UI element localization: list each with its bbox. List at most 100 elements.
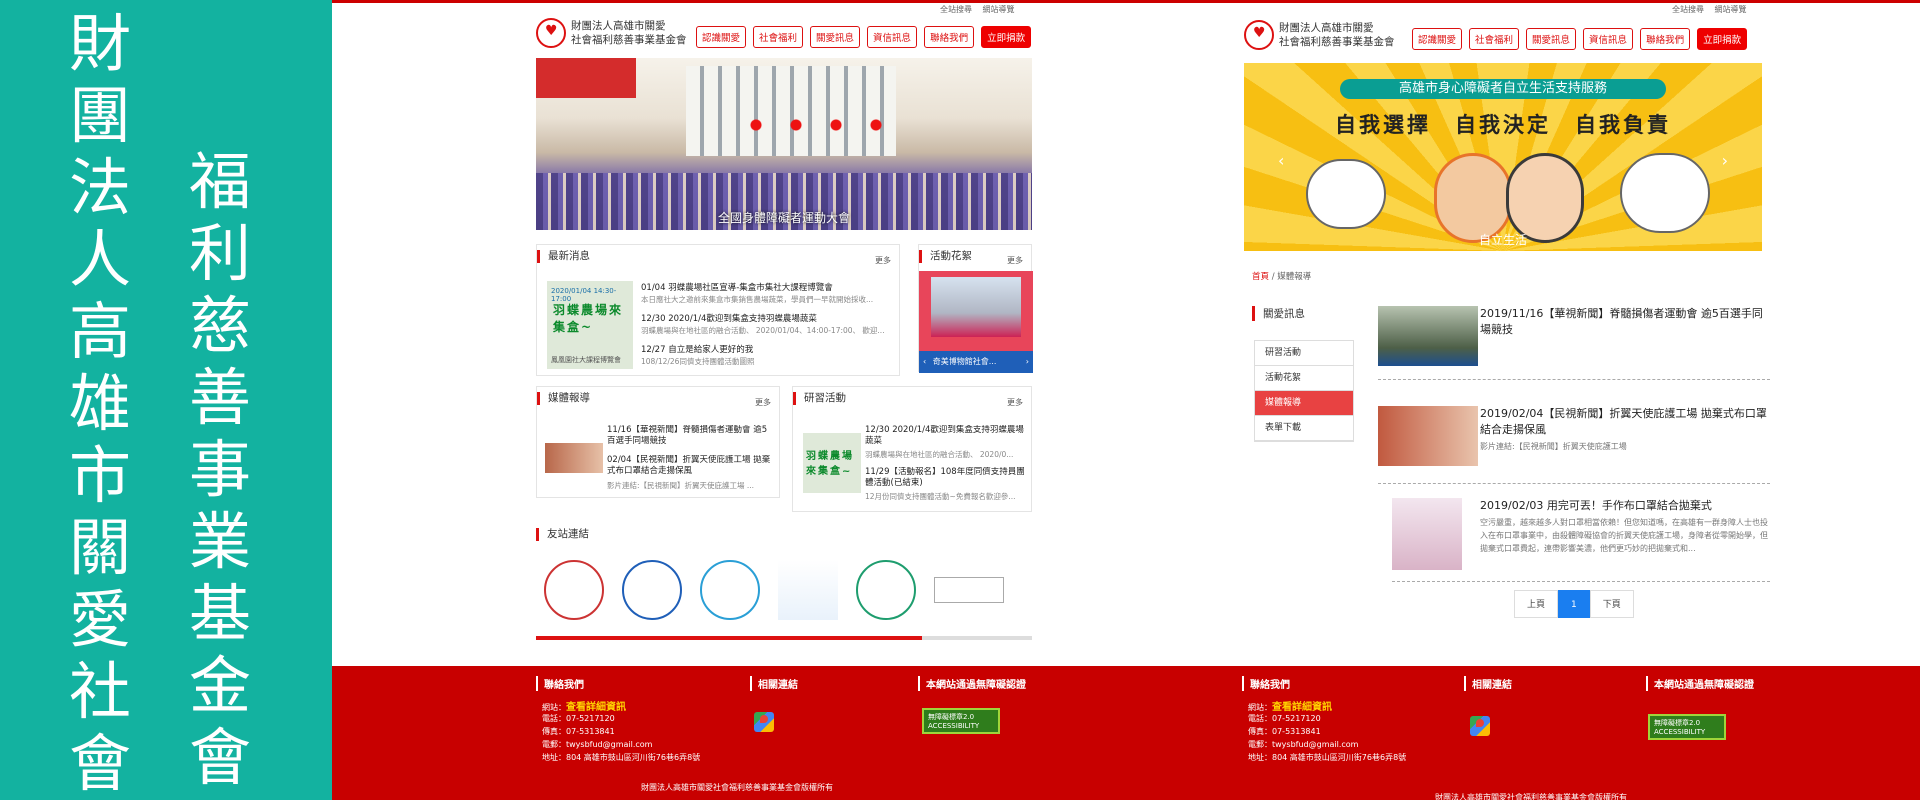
- footer-links-title: 相關連結: [750, 676, 798, 691]
- footer-details-link[interactable]: 查看詳細資訊: [566, 702, 626, 713]
- article-desc: 空污嚴重，越來越多人對口罩相當依賴！但您知道嗎，在高雄有一群身障人士也投入在布口…: [1480, 518, 1768, 553]
- breadcrumb-current: 媒體報導: [1277, 272, 1312, 282]
- nav-about[interactable]: 認識關愛: [1412, 28, 1463, 50]
- google-maps-icon[interactable]: [1470, 716, 1490, 736]
- friends-scrollbar[interactable]: [536, 636, 922, 640]
- hero-prev-icon[interactable]: ‹: [1278, 151, 1284, 170]
- acc-badge-text: 無障礙標章2.0: [1654, 719, 1701, 727]
- site-search-link[interactable]: 全站搜尋: [940, 5, 972, 14]
- banner-title-col2: 福利慈善事業基金會: [188, 145, 251, 794]
- training-item-desc: 羽蝶農場與在地社區的融合活動、 2020/0...: [865, 450, 1014, 459]
- friend-logo-3[interactable]: [700, 560, 760, 620]
- next-page-button[interactable]: 下頁: [1589, 590, 1634, 618]
- footer-address: 地址：804 高雄市鼓山區河川街76巷6弄8號: [1248, 753, 1407, 762]
- sidebar-item-forms[interactable]: 表單下載: [1255, 416, 1353, 441]
- album-slide[interactable]: [919, 271, 1033, 351]
- latest-news-thumbnail[interactable]: 2020/01/04 14:30-17:00 羽蝶農場來集盒~ 鳳凰園社大課程博…: [547, 281, 633, 369]
- hero-tent: [536, 58, 636, 98]
- media-item-title[interactable]: 02/04【民視新聞】折翼天使庇護工場 拋棄式布口罩結合走揚保風: [607, 455, 775, 479]
- news-article[interactable]: 2019/02/04【民視新聞】折翼天使庇護工場 拋棄式布口罩結合走揚保風 影片…: [1378, 400, 1770, 484]
- friend-logo-5[interactable]: [856, 560, 916, 620]
- sidebar-item-media[interactable]: 媒體報導: [1255, 391, 1353, 416]
- article-desc: 影片連結:【民視新聞】折翼天使庇護工場: [1480, 442, 1627, 451]
- footer-details-link[interactable]: 查看詳細資訊: [1272, 702, 1332, 713]
- site-logo[interactable]: 財團法人高雄市關愛 社會福利慈善事業基金會: [1244, 20, 1395, 50]
- title-banner: 財團法人高雄市關愛社會 福利慈善事業基金會: [0, 0, 332, 800]
- media-item-title[interactable]: 11/16【華視新聞】脊髓損傷者運動會 逾5百選手同場競技: [607, 425, 775, 449]
- hero-next-icon[interactable]: ›: [1722, 151, 1728, 170]
- hero-building: [686, 66, 896, 156]
- logo-line1: 財團法人高雄市關愛: [1279, 22, 1374, 34]
- hero-slideshow[interactable]: 高雄市身心障礙者自立生活支持服務 自我選擇 自我決定 自我負責 ‹ › 自立生活: [1244, 63, 1762, 251]
- training-item-title[interactable]: 12/30 2020/1/4歡迎到集盒支持羽蝶農場蔬菜: [865, 425, 1027, 447]
- prev-page-button[interactable]: 上頁: [1514, 590, 1559, 618]
- top-red-line: [1142, 0, 1920, 3]
- donate-button[interactable]: 立即捐款: [981, 26, 1032, 48]
- nav-contact[interactable]: 聯絡我們: [924, 26, 975, 48]
- logo-line1: 財團法人高雄市關愛: [571, 20, 666, 32]
- latest-item-title[interactable]: 12/27 自立是給家人更好的我: [641, 343, 893, 355]
- logo-line2: 社會福利慈善事業基金會: [1279, 36, 1395, 48]
- album-prev-icon[interactable]: ‹: [923, 357, 926, 366]
- footer-copyright: 財團法人高雄市關愛社會福利慈善事業基金會版權所有: [1435, 793, 1627, 800]
- training-thumb-title: 羽蝶農場來集盒~: [806, 451, 854, 477]
- sidebar-item-album[interactable]: 活動花絮: [1255, 366, 1353, 391]
- sitemap-link[interactable]: 網站導覽: [1715, 5, 1747, 14]
- accessibility-badge[interactable]: 無障礙標章2.0 ACCESSIBILITY: [922, 708, 1000, 734]
- footer-phone: 電話：07-5217120: [542, 714, 615, 723]
- sitemap-link[interactable]: 網站導覽: [983, 5, 1015, 14]
- nav-contact[interactable]: 聯絡我們: [1640, 28, 1691, 50]
- media-heading: 媒體報導: [537, 392, 590, 405]
- training-more[interactable]: 更多: [1007, 397, 1023, 408]
- nav-about[interactable]: 認識關愛: [696, 26, 747, 48]
- article-thumbnail[interactable]: [1378, 306, 1478, 366]
- footer-fax: 傳真：07-5313841: [542, 727, 615, 736]
- hero-caption: 全國身體障礙者運動大會: [717, 211, 850, 225]
- page-1-button[interactable]: 1: [1558, 590, 1590, 618]
- nav-info[interactable]: 資信訊息: [1583, 28, 1634, 50]
- article-thumbnail[interactable]: [1392, 498, 1462, 570]
- media-more[interactable]: 更多: [755, 397, 771, 408]
- donate-button[interactable]: 立即捐款: [1697, 28, 1748, 50]
- nav-welfare[interactable]: 社會福利: [1469, 28, 1520, 50]
- accessibility-badge[interactable]: 無障礙標章2.0 ACCESSIBILITY: [1648, 714, 1726, 740]
- article-title[interactable]: 2019/02/03 用完可丟！手作布口罩結合拋棄式: [1480, 498, 1770, 514]
- friend-logo-1[interactable]: [544, 560, 604, 620]
- site-search-link[interactable]: 全站搜尋: [1672, 5, 1704, 14]
- footer-links-title: 相關連結: [1464, 676, 1512, 691]
- sidebar-item-training[interactable]: 研習活動: [1255, 341, 1353, 366]
- footer-email[interactable]: 電郵：twysbfud@gmail.com: [542, 739, 652, 750]
- google-maps-icon[interactable]: [754, 712, 774, 732]
- news-article[interactable]: 2019/11/16【華視新聞】脊髓損傷者運動會 逾5百選手同場競技: [1378, 300, 1770, 380]
- latest-item-title[interactable]: 01/04 羽蝶農場社區宣導-集盒市集社大課程博覽會: [641, 281, 893, 293]
- friend-logo-2[interactable]: [622, 560, 682, 620]
- nav-info[interactable]: 資信訊息: [867, 26, 918, 48]
- latest-news-more[interactable]: 更多: [875, 255, 891, 266]
- training-thumbnail[interactable]: 羽蝶農場來集盒~: [803, 433, 861, 493]
- footer-contact-title: 聯絡我們: [536, 676, 584, 691]
- main-nav: 認識關愛 社會福利 關愛訊息 資信訊息 聯絡我們 立即捐款: [696, 26, 1032, 48]
- breadcrumb-home[interactable]: 首頁: [1252, 272, 1269, 282]
- friend-logo-4[interactable]: [778, 560, 838, 620]
- article-thumbnail[interactable]: [1378, 406, 1478, 466]
- hero-slideshow[interactable]: 全國身體障礙者運動大會: [536, 58, 1032, 230]
- article-title[interactable]: 2019/11/16【華視新聞】脊髓損傷者運動會 逾5百選手同場競技: [1480, 306, 1770, 338]
- nav-news[interactable]: 關愛訊息: [1526, 28, 1577, 50]
- pagination: 上頁 1 下頁: [1514, 590, 1634, 618]
- article-title[interactable]: 2019/02/04【民視新聞】折翼天使庇護工場 拋棄式布口罩結合走揚保風: [1480, 406, 1770, 438]
- news-article[interactable]: 2019/02/03 用完可丟！手作布口罩結合拋棄式 空污嚴重，越來越多人對口罩…: [1392, 492, 1770, 582]
- album-more[interactable]: 更多: [1007, 255, 1023, 266]
- training-item-title[interactable]: 11/29【活動報名】108年度同儕支持員團體活動(已結束): [865, 467, 1027, 489]
- latest-item-title[interactable]: 12/30 2020/1/4歡迎到集盒支持羽蝶農場蔬菜: [641, 312, 893, 324]
- footer-email[interactable]: 電郵：twysbfud@gmail.com: [1248, 739, 1358, 750]
- album-photo: [931, 277, 1021, 337]
- main-nav: 認識關愛 社會福利 關愛訊息 資信訊息 聯絡我們 立即捐款: [1412, 28, 1748, 50]
- friend-logo-6[interactable]: [934, 577, 1004, 603]
- footer-phone: 電話：07-5217120: [1248, 714, 1321, 723]
- site-logo[interactable]: 財團法人高雄市關愛 社會福利慈善事業基金會: [536, 18, 687, 48]
- latest-item-desc: 羽蝶農場與在地社區的融合活動、 2020/01/04、14:00-17:00、 …: [641, 326, 885, 335]
- media-thumbnail[interactable]: [545, 443, 603, 473]
- nav-news[interactable]: 關愛訊息: [810, 26, 861, 48]
- nav-welfare[interactable]: 社會福利: [753, 26, 804, 48]
- album-next-icon[interactable]: ›: [1026, 351, 1029, 373]
